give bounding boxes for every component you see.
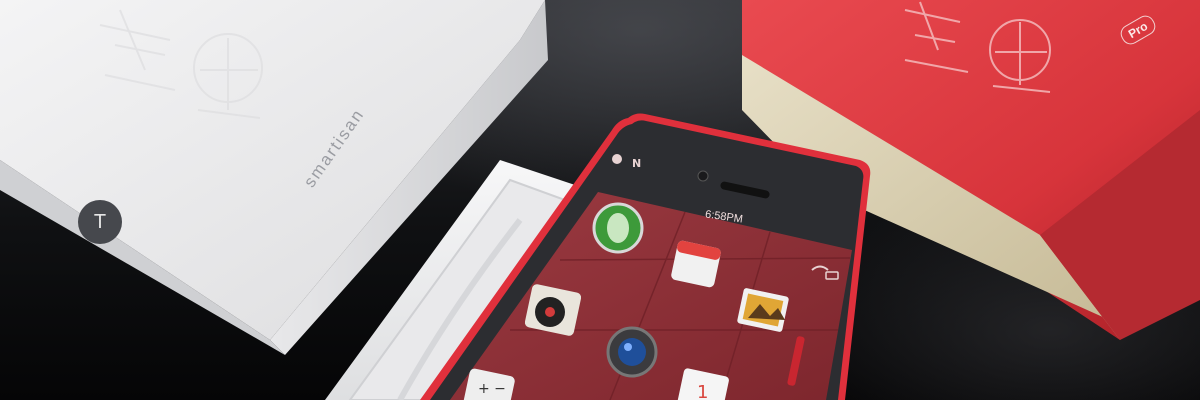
camera-icon	[606, 326, 658, 378]
svg-text:+ −: + −	[478, 381, 506, 397]
n-icon: N	[632, 157, 641, 170]
speaker-grille-icon	[592, 202, 644, 254]
brand-logo-icon: T	[78, 200, 122, 244]
svg-text:1: 1	[697, 382, 708, 400]
scene-illustration: + − 1 N	[0, 0, 1200, 400]
product-photo-scene: + − 1 N smartisan T Pro 6:58PM	[0, 0, 1200, 400]
notification-dot-icon	[612, 154, 622, 164]
